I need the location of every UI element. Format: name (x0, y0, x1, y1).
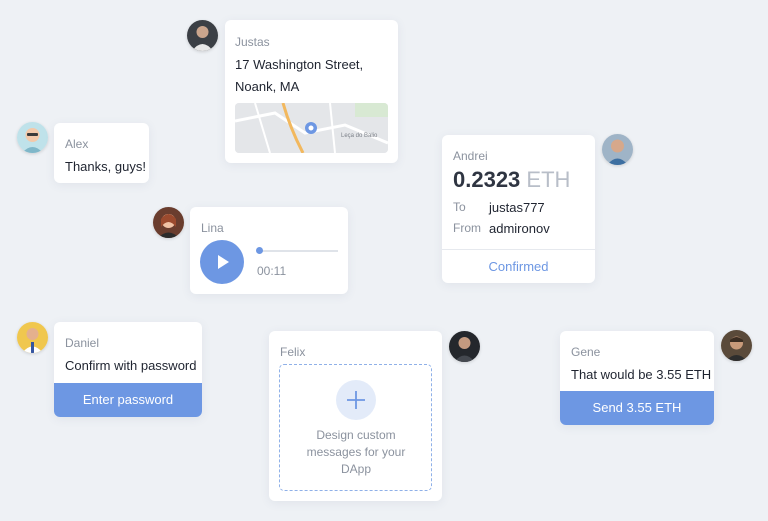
avatar-justas (187, 20, 218, 51)
sender-name: Daniel (65, 336, 100, 350)
send-eth-card: Gene That would be 3.55 ETH Send 3.55 ET… (560, 331, 714, 425)
to-value: justas777 (489, 200, 545, 215)
custom-message-card: Felix Design custom messages for your DA… (269, 331, 442, 501)
amount-currency: ETH (526, 167, 571, 192)
sender-name: Justas (235, 35, 270, 49)
play-button[interactable] (200, 240, 244, 284)
from-value: admironov (489, 221, 550, 236)
avatar-lina (153, 207, 184, 238)
to-label: To (453, 200, 466, 214)
address-line-2: Noank, MA (235, 79, 300, 94)
message-text: Thanks, guys! (65, 159, 146, 174)
plus-icon (347, 391, 365, 409)
play-icon (218, 255, 229, 269)
audio-duration: 00:11 (257, 264, 287, 278)
avatar-felix (449, 331, 480, 362)
sender-name: Andrei (453, 149, 488, 163)
sender-name: Lina (201, 221, 224, 235)
password-request-card: Daniel Confirm with password Enter passw… (54, 322, 202, 417)
address-line-1: 17 Washington Street, (235, 57, 364, 72)
transaction-card: Andrei 0.2323 ETH To justas777 From admi… (442, 135, 595, 283)
from-label: From (453, 221, 481, 235)
location-message-card: Justas 17 Washington Street, Noank, MA L… (225, 20, 398, 163)
avatar-daniel (17, 322, 48, 353)
voice-message-card: Lina 00:11 (190, 207, 348, 294)
add-custom-message-text: Design custom messages for your DApp (306, 428, 406, 476)
sender-name: Felix (280, 345, 306, 359)
send-eth-button[interactable]: Send 3.55 ETH (560, 391, 714, 425)
avatar-andrei (602, 134, 633, 165)
avatar-alex (17, 122, 48, 153)
map-graphic (235, 103, 388, 153)
message-text: Confirm with password (65, 358, 197, 373)
map-thumbnail[interactable]: Leça do Balio (235, 103, 388, 153)
transaction-status: Confirmed (488, 259, 549, 274)
message-text: That would be 3.55 ETH (571, 367, 712, 382)
sender-name: Gene (571, 345, 601, 359)
alex-message-card: Alex Thanks, guys! (54, 123, 149, 183)
map-place-label: Leça do Balio (341, 133, 378, 139)
audio-progress-track[interactable] (256, 247, 338, 254)
add-button[interactable] (336, 380, 376, 420)
audio-progress-handle[interactable] (256, 247, 263, 254)
add-custom-message-area[interactable]: Design custom messages for your DApp (279, 364, 432, 491)
enter-password-button[interactable]: Enter password (54, 383, 202, 417)
sender-name: Alex (65, 137, 89, 151)
divider (442, 249, 595, 250)
avatar-gene (721, 330, 752, 361)
amount-value: 0.2323 (453, 167, 521, 192)
transaction-amount: 0.2323 ETH (453, 167, 570, 193)
